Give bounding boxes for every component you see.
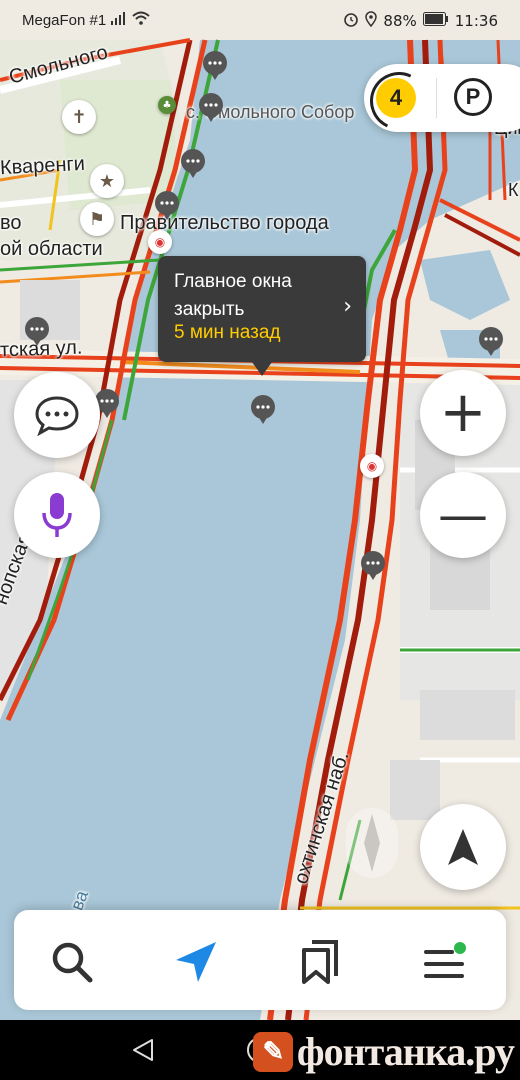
location-pin-icon	[365, 11, 378, 31]
zoom-in-button[interactable]: +	[420, 370, 506, 456]
plus-icon: +	[439, 380, 487, 445]
road-comment-icon[interactable]	[202, 50, 228, 80]
status-bar: MegaFon #1 88% 11:36	[0, 0, 520, 40]
watermark-logo: ✎	[252, 1031, 293, 1072]
road-comment-icon[interactable]	[154, 190, 180, 220]
wifi-icon	[132, 11, 150, 29]
compass-icon	[364, 814, 380, 872]
menu-button[interactable]	[414, 932, 474, 992]
menu-icon	[424, 942, 466, 978]
poi-label-city-government: Правительство города	[120, 212, 329, 234]
road-chat-button[interactable]	[14, 372, 100, 458]
search-button[interactable]	[42, 932, 102, 992]
battery-percent: 88%	[383, 12, 417, 30]
back-icon[interactable]	[132, 1038, 154, 1062]
traffic-level-value: 4	[389, 85, 403, 110]
road-comment-icon[interactable]	[180, 148, 206, 178]
voice-search-button[interactable]	[14, 472, 100, 558]
carrier-name: MegaFon #1	[22, 12, 107, 29]
speed-camera-icon[interactable]: ◉	[148, 230, 172, 254]
road-comment-icon[interactable]	[250, 394, 276, 424]
compass-indicator[interactable]	[346, 808, 398, 878]
road-comment-icon[interactable]	[198, 92, 224, 122]
road-comment-icon[interactable]	[360, 550, 386, 580]
church-icon[interactable]: ✝	[62, 100, 96, 134]
label-region-part-2: ой области	[0, 238, 103, 260]
bookmarks-button[interactable]	[290, 932, 350, 992]
traffic-parking-panel: 4 P	[364, 64, 520, 132]
signal-icon	[111, 11, 127, 29]
chat-icon	[35, 396, 79, 436]
alarm-icon	[343, 11, 359, 31]
bookmarks-icon	[302, 940, 338, 984]
parking-icon[interactable]: P	[454, 78, 492, 116]
tooltip-title: Главное окна закрыть	[174, 271, 292, 320]
watermark: ✎ фонтанка.ру	[252, 1028, 515, 1075]
landmark-star-icon[interactable]: ★	[90, 164, 124, 198]
speed-camera-icon[interactable]: ◉	[360, 454, 384, 478]
label-region-part-1: во	[0, 212, 22, 234]
divider	[436, 78, 437, 118]
road-comment-icon[interactable]	[478, 326, 504, 356]
zoom-out-button[interactable]: —	[420, 472, 506, 558]
bottom-toolbar	[14, 910, 506, 1010]
watermark-text: фонтанка.ру	[296, 1029, 515, 1074]
chevron-right-icon: ›	[343, 294, 352, 319]
search-icon	[52, 942, 93, 983]
clock: 11:36	[454, 12, 498, 30]
street-label-kvarengi: Кваренги	[0, 152, 86, 180]
microphone-icon	[42, 493, 72, 537]
traffic-level-button[interactable]: 4	[376, 78, 416, 118]
government-flag-icon[interactable]: ⚑	[80, 202, 114, 236]
battery-icon	[422, 12, 449, 30]
route-button[interactable]	[166, 932, 226, 992]
road-comment-icon[interactable]	[24, 316, 50, 346]
road-event-tooltip[interactable]: Главное окна закрыть 5 мин назад ›	[158, 256, 366, 376]
tooltip-time: 5 мин назад	[174, 322, 281, 343]
navigation-arrow-icon	[176, 942, 216, 982]
minus-icon: —	[438, 486, 488, 544]
label-k: К	[508, 180, 519, 200]
my-location-button[interactable]	[420, 804, 506, 890]
park-tree-icon: ♣	[158, 96, 176, 114]
location-arrow-icon	[448, 829, 478, 865]
